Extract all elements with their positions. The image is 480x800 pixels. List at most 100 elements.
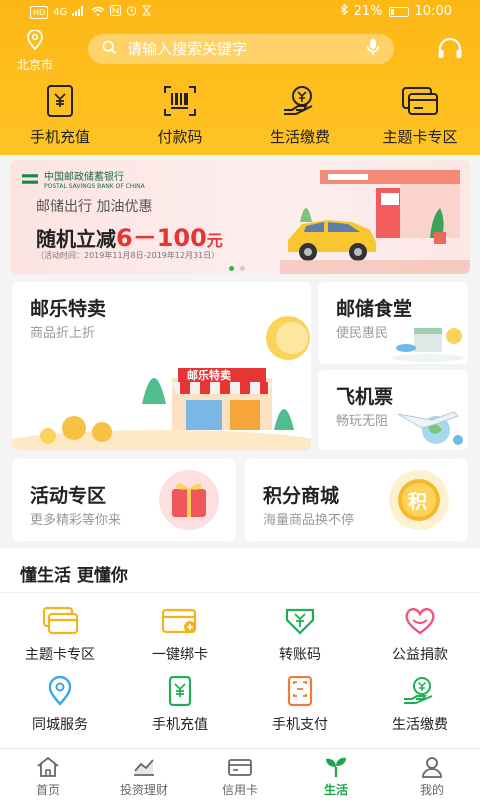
bind-card-icon <box>161 608 197 634</box>
header: HD 4G 21% 10:00 北京市 请输入搜索关键字 手机充值 付款码 生活… <box>0 0 480 155</box>
clock: 10:00 <box>414 4 452 19</box>
quick-life-payment[interactable]: 生活缴费 <box>240 84 360 147</box>
bank-name-en: POSTAL SAVINGS BANK OF CHINA <box>44 183 145 190</box>
tab-credit-card[interactable]: 信用卡 <box>192 749 288 800</box>
life-item-label: 一键绑卡 <box>152 647 208 663</box>
sprout-icon <box>326 757 346 777</box>
life-item-bind-card[interactable]: 一键绑卡 <box>120 606 240 664</box>
life-item-charity[interactable]: 公益捐款 <box>360 606 480 664</box>
quick-actions: 手机充值 付款码 生活缴费 主题卡专区 <box>0 84 480 147</box>
tab-life[interactable]: 生活 <box>288 749 384 800</box>
postal-bank-logo-icon <box>22 174 38 184</box>
points-coin-label: 积 <box>408 491 428 513</box>
city-label: 北京市 <box>16 58 53 72</box>
theme-card-icon <box>42 606 79 635</box>
chart-icon <box>134 759 154 776</box>
tab-mine[interactable]: 我的 <box>384 749 480 800</box>
tab-label: 生活 <box>323 783 348 797</box>
mic-icon[interactable] <box>366 38 380 60</box>
battery-level <box>390 8 394 15</box>
heart-icon <box>405 608 435 635</box>
youle-sale-card[interactable]: 邮乐特卖 商品折上折 邮乐特卖 <box>12 282 311 450</box>
headset-icon[interactable] <box>436 36 464 64</box>
battery-percent: 21% <box>353 4 383 19</box>
transfer-code-icon <box>285 608 315 635</box>
plane-illustration <box>397 411 463 445</box>
tab-label: 我的 <box>419 783 444 797</box>
shop-illustration <box>12 316 311 450</box>
bank-logo: 中国邮政储蓄银行 POSTAL SAVINGS BANK OF CHINA <box>22 168 145 190</box>
card-subtitle: 海量商品换不停 <box>263 513 355 528</box>
quick-label: 生活缴费 <box>269 128 330 146</box>
status-left: HD 4G <box>30 5 152 20</box>
banner-unit: 元 <box>206 231 223 250</box>
location-pin-icon <box>12 29 58 54</box>
credit-card-icon <box>228 759 252 776</box>
life-services-section: 懂生活 更懂你 主题卡专区 一键绑卡 转账码 公益捐款 同城服务 手机充值 手机… <box>0 548 480 748</box>
hourglass-icon <box>142 5 152 20</box>
location-icon <box>48 676 72 706</box>
life-item-city-service[interactable]: 同城服务 <box>0 676 120 734</box>
activity-zone-card[interactable]: 活动专区 更多精彩等你来 <box>12 459 236 541</box>
location-selector[interactable]: 北京市 <box>12 29 58 73</box>
divider <box>0 592 480 593</box>
quick-phone-recharge[interactable]: 手机充值 <box>0 84 120 147</box>
gift-icon <box>159 470 219 530</box>
signal-icon <box>72 5 86 20</box>
alarm-icon <box>126 5 137 20</box>
quick-theme-card[interactable]: 主题卡专区 <box>360 84 480 147</box>
wifi-icon <box>91 5 105 20</box>
tab-label: 投资理财 <box>119 783 168 797</box>
status-right: 21% 10:00 <box>340 3 452 19</box>
phone-recharge-icon <box>168 676 192 706</box>
shop-sign: 邮乐特卖 <box>187 369 231 382</box>
flight-card[interactable]: 飞机票 畅玩无阻 <box>318 370 468 450</box>
life-item-label: 手机支付 <box>272 717 328 733</box>
banner-page-dots <box>229 266 245 271</box>
quick-pay-code[interactable]: 付款码 <box>120 84 240 147</box>
points-mall-card[interactable]: 积分商城 海量商品换不停 积 <box>245 459 468 541</box>
tab-investment[interactable]: 投资理财 <box>96 749 192 800</box>
section-title: 懂生活 更懂你 <box>20 566 128 586</box>
tab-home[interactable]: 首页 <box>0 749 96 800</box>
life-item-label: 生活缴费 <box>392 717 448 733</box>
network-badge: 4G <box>53 7 68 18</box>
bottom-tab-bar: 首页 投资理财 信用卡 生活 我的 <box>0 748 480 800</box>
gas-station-car-illustration <box>280 170 470 274</box>
card-subtitle: 畅玩无阻 <box>336 414 389 429</box>
canteen-illustration <box>392 328 464 362</box>
hand-coin-icon <box>284 86 313 115</box>
banner-headline-text: 随机立减 <box>36 227 116 251</box>
banner-dot-1[interactable] <box>229 266 234 271</box>
banner-dot-2[interactable] <box>240 266 245 271</box>
bluetooth-icon <box>340 3 348 19</box>
home-icon <box>37 756 59 777</box>
life-item-life-payment[interactable]: 生活缴费 <box>360 676 480 734</box>
life-item-theme-card[interactable]: 主题卡专区 <box>0 606 120 664</box>
phone-pay-icon <box>287 676 313 706</box>
phone-recharge-icon <box>47 85 73 117</box>
search-bar[interactable] <box>88 34 394 64</box>
life-item-transfer-code[interactable]: 转账码 <box>240 606 360 664</box>
canteen-card[interactable]: 邮储食堂 便民惠民 <box>318 282 468 364</box>
life-item-phone-recharge[interactable]: 手机充值 <box>120 676 240 734</box>
life-item-label: 主题卡专区 <box>25 647 95 663</box>
search-input[interactable] <box>127 40 342 58</box>
life-item-phone-pay[interactable]: 手机支付 <box>240 676 360 734</box>
nfc-icon <box>110 5 122 20</box>
theme-card-icon <box>402 87 438 115</box>
promo-banner[interactable]: 中国邮政储蓄银行 POSTAL SAVINGS BANK OF CHINA 邮储… <box>10 160 470 274</box>
quick-label: 付款码 <box>157 128 203 146</box>
life-item-label: 同城服务 <box>32 717 88 733</box>
card-subtitle: 便民惠民 <box>336 326 389 341</box>
tab-label: 首页 <box>35 783 60 797</box>
banner-date: （活动时间：2019年11月8日-2019年12月31日） <box>36 251 220 260</box>
bank-name: 中国邮政储蓄银行 <box>44 172 124 183</box>
quick-label: 主题卡专区 <box>382 128 458 146</box>
user-icon <box>422 757 442 778</box>
card-title: 飞机票 <box>336 386 394 408</box>
barcode-icon <box>164 86 196 116</box>
quick-label: 手机充值 <box>29 128 90 146</box>
hand-coin-icon <box>404 677 433 704</box>
tab-label: 信用卡 <box>221 783 258 797</box>
